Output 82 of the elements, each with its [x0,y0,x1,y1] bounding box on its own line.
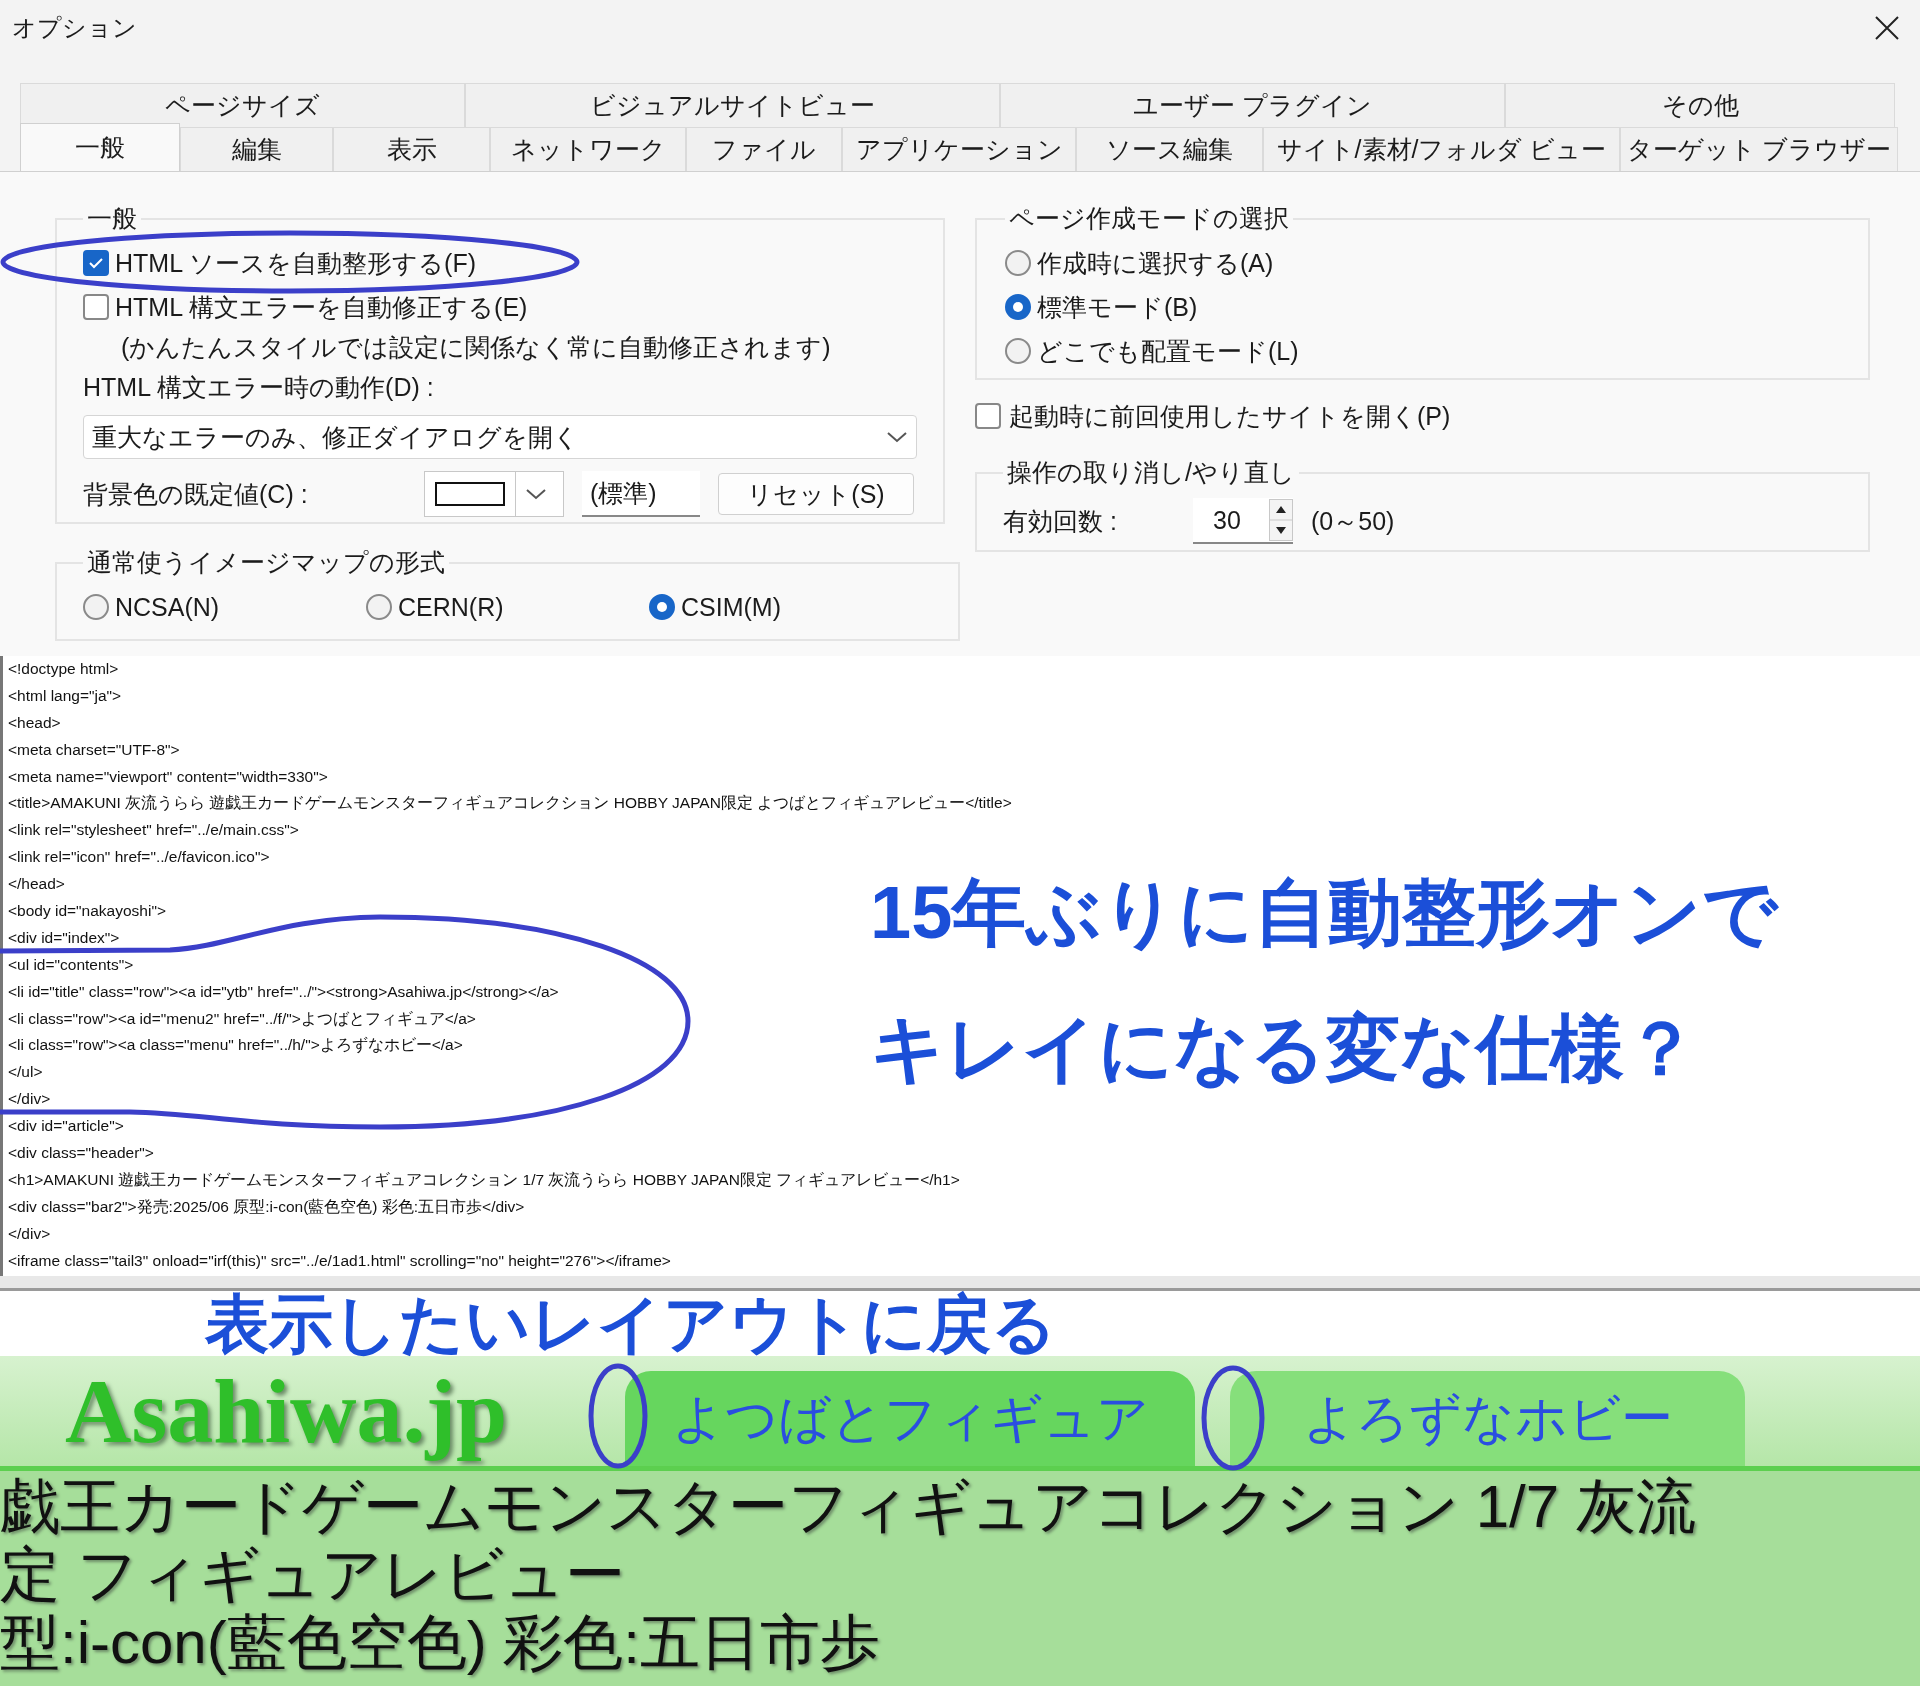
tab[interactable]: アプリケーション [842,127,1076,171]
checkmark-icon [88,257,104,269]
code-line: <head> [8,712,61,733]
group-title: 通常使うイメージマップの形式 [86,547,446,578]
color-picker[interactable] [424,471,564,517]
chevron-down-icon [525,487,547,501]
range-text: (0～50) [1311,505,1395,537]
annotation-text: 15年ぶりに自動整形オンで [870,871,1779,955]
tab[interactable]: ネットワーク [490,127,686,171]
tab[interactable]: ファイル [686,127,842,171]
chevron-down-icon [886,430,908,444]
radio-label[interactable]: CERN(R) [398,592,504,622]
tab[interactable]: ターゲット ブラウザー [1620,127,1898,171]
code-line: <li class="row"><a class="menu" href="../h/">よろずなホビー</a> [8,1035,463,1056]
dropdown[interactable]: 重大なエラーのみ、修正ダイアログを開く [83,415,917,459]
number-spinner[interactable]: 30 [1193,498,1293,544]
code-line: <title>AMAKUNI 灰流うらら 遊戯王カードゲームモンスターフィギュアコレクション HOBBY JAPAN限定 よつばとフィギュアレビュー</title> [8,793,1012,814]
tab[interactable]: ソース編集 [1076,127,1263,171]
tab[interactable]: 編集 [180,127,333,171]
radio-label[interactable]: NCSA(N) [115,592,220,622]
annotation-text: キレイになる変な仕様？ [870,1007,1699,1091]
tab[interactable]: 一般 [20,123,180,171]
code-line: <iframe class="tail3" onload="irf(this)" src="../e/1ad1.html" scrolling="no" height="276"></iframe> [8,1250,671,1271]
radio-button[interactable] [83,594,109,620]
tab[interactable]: その他 [1505,83,1895,127]
code-line: <!doctype html> [8,659,119,679]
tab[interactable]: サイト/素材/フォルダ ビュー [1263,127,1620,171]
code-line: <h1>AMAKUNI 遊戯王カードゲームモンスターフィギュアコレクション 1/7 灰流うらら HOBBY JAPAN限定 フィギュアレビュー</h1> [8,1169,960,1190]
checkbox-label[interactable]: 起動時に前回使用したサイトを開く(P) [1009,399,1451,433]
radio-button[interactable] [1005,338,1031,364]
header-text: 定 フィギュアレビュー [0,1541,626,1609]
radio-button[interactable] [1005,250,1031,276]
code-line: <link rel="stylesheet" href="../e/main.css"> [8,820,299,841]
checkbox-label[interactable]: HTML ソースを自動整形する(F) [115,246,476,280]
tab[interactable]: 表示 [333,127,490,171]
checkbox[interactable] [975,403,1001,429]
code-line: <div id="article"> [8,1116,124,1137]
color-swatch [435,482,505,506]
window-title: オプション [12,12,137,43]
radio-label[interactable]: どこでも配置モード(L) [1037,334,1299,368]
code-line: </div> [8,1089,51,1110]
radio-label[interactable]: CSIM(M) [681,592,781,622]
spin-arrows-icon[interactable] [1269,499,1293,541]
close-icon[interactable] [1874,14,1900,41]
code-line: <div class="bar2">発売:2025/06 原型:i-con(藍色空色) 彩色:五日市歩</div> [8,1196,525,1217]
menu-tab[interactable]: よろずなホビー [1230,1371,1745,1466]
code-line: <div id="index"> [8,927,120,948]
radio-button[interactable] [366,594,392,620]
annotation-text: 表示したいレイアウトに戻る [205,1288,1057,1359]
note-text: (かんたんスタイルでは設定に関係なく常に自動修正されます) [121,331,831,363]
field-label: 有効回数 : [1003,505,1118,537]
code-line: </div> [8,1223,51,1244]
code-line: <body id="nakayoshi"> [8,901,166,921]
radio-button[interactable] [1005,294,1031,320]
color-value-field: (標準) [582,471,700,517]
header-text: 型:i-con(藍色空色) 彩色:五日市歩 [0,1609,882,1677]
radio-button[interactable] [649,594,675,620]
reset-button[interactable]: リセット(S) [718,473,914,515]
group-title: 操作の取り消し/やり直し [1006,457,1296,488]
code-line: <html lang="ja"> [8,685,122,706]
code-line: <meta charset="UTF-8"> [8,739,180,760]
code-line: </head> [8,874,65,895]
checkbox-label[interactable]: HTML 構文エラーを自動修正する(E) [115,290,528,324]
checkbox[interactable] [83,294,109,320]
radio-label[interactable]: 標準モード(B) [1037,290,1198,324]
code-line: <li id="title" class="row"><a id="ytb" href="../"><strong>Asahiwa.jp</strong></a> [8,981,559,1002]
field-label: HTML 構文エラー時の動作(D) : [83,371,434,403]
code-line: <link rel="icon" href="../e/favicon.ico"> [8,847,270,868]
code-line: <li class="row"><a id="menu2" href="../f/">よつばとフィギュア</a> [8,1008,476,1029]
group-title: 一般 [86,203,138,234]
field-label: 背景色の既定値(C) : [83,478,309,510]
code-line: <meta name="viewport" content="width=330"> [8,766,328,787]
tab[interactable]: ページサイズ [20,83,465,127]
group-title: ページ作成モードの選択 [1008,203,1290,234]
code-line: <ul id="contents"> [8,954,134,975]
code-line: <div class="header"> [8,1143,154,1164]
code-line: </ul> [8,1062,43,1083]
header-text: 戯王カードゲームモンスターフィギュアコレクション 1/7 灰流 [0,1473,1697,1541]
checkbox[interactable] [83,250,109,276]
tab[interactable]: ビジュアルサイトビュー [465,83,1000,127]
radio-label[interactable]: 作成時に選択する(A) [1037,246,1274,280]
tab[interactable]: ユーザー プラグイン [1000,83,1505,127]
